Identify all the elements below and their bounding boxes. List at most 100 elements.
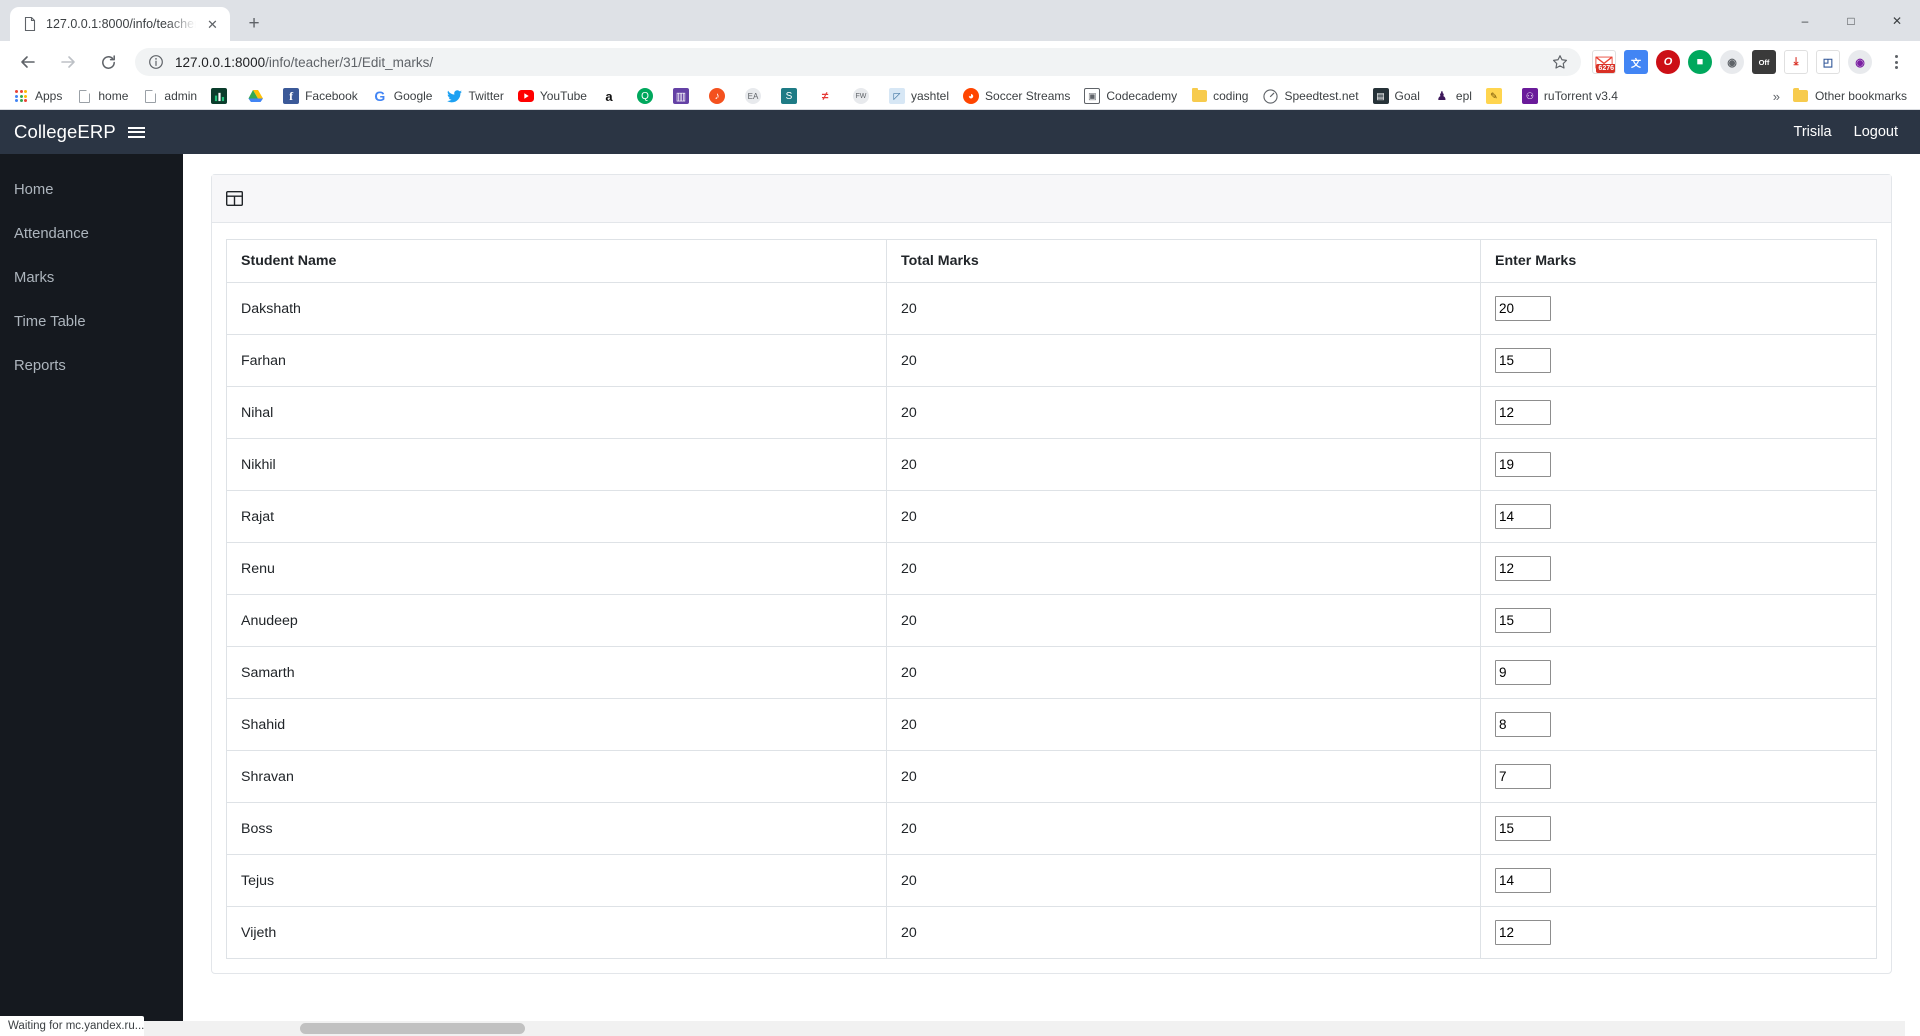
opera-extension-icon[interactable]: O xyxy=(1656,50,1680,74)
marks-input[interactable] xyxy=(1495,816,1551,841)
marks-input[interactable] xyxy=(1495,608,1551,633)
bookmark-drive[interactable] xyxy=(240,86,276,106)
cell-enter-marks xyxy=(1480,646,1877,699)
table-row: Vijeth 20 xyxy=(226,906,1877,959)
marks-card: Student Name Total Marks Enter Marks Dak… xyxy=(211,174,1892,974)
bookmark-label: Google xyxy=(393,89,433,103)
yashtel-icon: ◸ xyxy=(888,88,905,104)
address-bar[interactable]: 127.0.0.1:8000/info/teacher/31/Edit_mark… xyxy=(135,48,1581,76)
marks-input[interactable] xyxy=(1495,452,1551,477)
horizontal-scrollbar[interactable] xyxy=(0,1021,1905,1036)
bookmark-label: epl xyxy=(1455,89,1472,103)
browser-menu-icon[interactable] xyxy=(1882,48,1910,76)
bookmark-youtube[interactable]: YouTube xyxy=(511,86,594,106)
bookmark-label: YouTube xyxy=(539,89,587,103)
bookmark-scribd[interactable]: S xyxy=(774,86,810,106)
bookmark-rutorrent[interactable]: ⚇ ruTorrent v3.4 xyxy=(1515,86,1625,106)
bookmark-twitter[interactable]: Twitter xyxy=(439,86,510,106)
bookmark-home[interactable]: home xyxy=(69,86,135,106)
menu-icon[interactable] xyxy=(127,126,145,138)
back-icon[interactable] xyxy=(13,47,43,77)
marks-input[interactable] xyxy=(1495,920,1551,945)
bookmark-ea[interactable]: EA xyxy=(738,86,774,106)
cell-enter-marks xyxy=(1480,906,1877,959)
marks-input[interactable] xyxy=(1495,764,1551,789)
maximize-button[interactable]: □ xyxy=(1828,0,1874,41)
bookmark-amazon[interactable]: a xyxy=(594,86,630,106)
marks-input[interactable] xyxy=(1495,348,1551,373)
minimize-button[interactable]: – xyxy=(1782,0,1828,41)
ea-icon: EA xyxy=(744,88,761,104)
table-row: Tejus 20 xyxy=(226,854,1877,907)
bookmark-label: Soccer Streams xyxy=(985,89,1071,103)
bookmark-facebook[interactable]: f Facebook xyxy=(276,86,365,106)
browser-tab[interactable]: 127.0.0.1:8000/info/teacher/31/E ✕ xyxy=(10,7,230,41)
bookmark-google[interactable]: G Google xyxy=(365,86,440,106)
bookmark-notes[interactable]: ✎ xyxy=(1479,86,1515,106)
bookmark-yashtel[interactable]: ◸ yashtel xyxy=(882,86,956,106)
adblock-extension-icon[interactable]: ■ xyxy=(1688,50,1712,74)
table-icon[interactable] xyxy=(226,191,243,206)
cell-student-name: Samarth xyxy=(226,646,887,699)
cell-total-marks: 20 xyxy=(886,438,1481,491)
cell-enter-marks xyxy=(1480,698,1877,751)
bookmark-goal[interactable]: ▤ Goal xyxy=(1366,86,1427,106)
bookmark-codecademy[interactable]: ▣ Codecademy xyxy=(1077,86,1184,106)
shield-extension-icon[interactable]: ◉ xyxy=(1720,50,1744,74)
bookmark-apps[interactable]: Apps xyxy=(6,86,69,106)
bookmark-admin[interactable]: admin xyxy=(135,86,204,106)
marks-input[interactable] xyxy=(1495,868,1551,893)
evernote-extension-icon[interactable]: ◰ xyxy=(1816,50,1840,74)
column-header-student-name: Student Name xyxy=(226,239,887,283)
marks-input[interactable] xyxy=(1495,712,1551,737)
bookmarks-overflow-button[interactable]: » xyxy=(1767,87,1786,106)
sidebar-item-home[interactable]: Home xyxy=(0,168,183,212)
app-brand[interactable]: CollegeERP xyxy=(14,121,116,143)
bookmark-fw[interactable]: FW xyxy=(846,86,882,106)
logout-link[interactable]: Logout xyxy=(1854,124,1898,140)
bookmark-hotstar[interactable]: ≠ xyxy=(810,86,846,106)
bookmark-analytics[interactable] xyxy=(204,86,240,106)
pdf-extension-icon[interactable]: ⤓ xyxy=(1784,50,1808,74)
bookmark-quora[interactable]: Q xyxy=(630,86,666,106)
sidebar-item-reports[interactable]: Reports xyxy=(0,344,183,388)
bookmark-label: home xyxy=(98,89,129,103)
user-name-link[interactable]: Trisila xyxy=(1794,124,1832,140)
column-header-enter-marks: Enter Marks xyxy=(1480,239,1877,283)
marks-input[interactable] xyxy=(1495,400,1551,425)
window-close-button[interactable]: ✕ xyxy=(1874,0,1920,41)
other-bookmarks-button[interactable]: Other bookmarks xyxy=(1786,86,1914,106)
bookmark-soccer-streams[interactable]: ◕ Soccer Streams xyxy=(956,86,1077,106)
marks-input[interactable] xyxy=(1495,556,1551,581)
bookmark-epl[interactable]: ♟ epl xyxy=(1427,86,1479,106)
sidebar-item-time-table[interactable]: Time Table xyxy=(0,300,183,344)
bookmark-twitch[interactable]: ▥ xyxy=(666,86,702,106)
cell-enter-marks xyxy=(1480,802,1877,855)
bookmark-coding-folder[interactable]: coding xyxy=(1184,86,1255,106)
camera-extension-icon[interactable]: ◉ xyxy=(1848,50,1872,74)
cell-student-name: Vijeth xyxy=(226,906,887,959)
close-icon[interactable]: ✕ xyxy=(204,16,221,33)
drive-icon xyxy=(247,88,263,104)
sidebar-item-marks[interactable]: Marks xyxy=(0,256,183,300)
bookmark-speedtest[interactable]: Speedtest.net xyxy=(1255,86,1365,106)
cell-enter-marks xyxy=(1480,594,1877,647)
gmail-extension-icon[interactable]: 6276 xyxy=(1592,50,1616,74)
scrollbar-thumb[interactable] xyxy=(300,1023,525,1034)
cell-total-marks: 20 xyxy=(886,698,1481,751)
forward-icon[interactable] xyxy=(53,47,83,77)
sidebar-item-attendance[interactable]: Attendance xyxy=(0,212,183,256)
translate-extension-icon[interactable]: 文 xyxy=(1624,50,1648,74)
info-icon[interactable] xyxy=(148,54,164,70)
off-toggle-extension-icon[interactable]: Off xyxy=(1752,50,1776,74)
bookmark-star-icon[interactable] xyxy=(1551,53,1569,71)
folder-icon xyxy=(1191,88,1207,104)
bookmark-music[interactable]: ♪ xyxy=(702,86,738,106)
reload-icon[interactable] xyxy=(93,47,123,77)
cell-student-name: Rajat xyxy=(226,490,887,543)
marks-input[interactable] xyxy=(1495,296,1551,321)
gmail-unread-badge: 6276 xyxy=(1596,64,1615,73)
new-tab-button[interactable]: + xyxy=(239,9,269,39)
marks-input[interactable] xyxy=(1495,660,1551,685)
marks-input[interactable] xyxy=(1495,504,1551,529)
